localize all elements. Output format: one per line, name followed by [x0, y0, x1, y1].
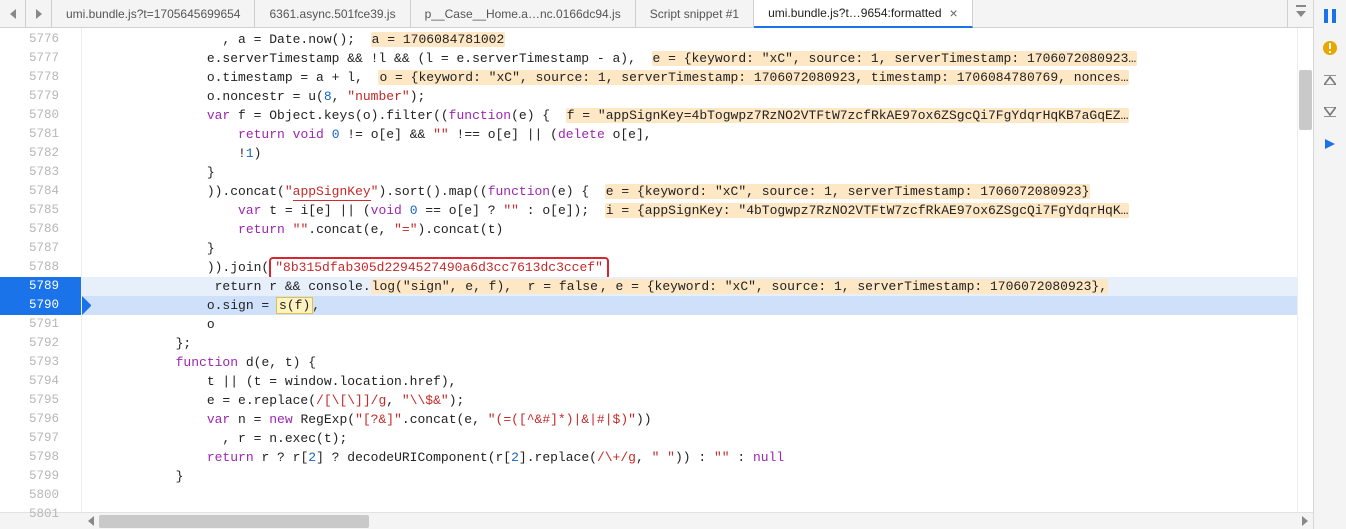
- tab-bar: umi.bundle.js?t=1705645699654 6361.async…: [0, 0, 1313, 28]
- tab-label: 6361.async.501fce39.js: [269, 7, 395, 21]
- minimap-scrollbar[interactable]: [1297, 28, 1313, 512]
- line-number[interactable]: 5790: [0, 296, 81, 315]
- line-number-gutter[interactable]: 5776577757785779578057815782578357845785…: [0, 28, 82, 512]
- chevron-left-icon: [10, 9, 16, 19]
- line-number[interactable]: 5795: [0, 391, 81, 410]
- tab-file-2[interactable]: p__Case__Home.a…nc.0166dc94.js: [411, 0, 636, 27]
- tab-nav-next[interactable]: [26, 0, 52, 27]
- line-number[interactable]: 5781: [0, 125, 81, 144]
- tab-file-3[interactable]: Script snippet #1: [636, 0, 754, 27]
- tab-file-1[interactable]: 6361.async.501fce39.js: [255, 0, 410, 27]
- line-number[interactable]: 5780: [0, 106, 81, 125]
- warning-icon[interactable]: [1320, 38, 1340, 58]
- line-number[interactable]: 5799: [0, 467, 81, 486]
- line-number[interactable]: 5786: [0, 220, 81, 239]
- debugger-rail: [1313, 0, 1346, 529]
- line-number[interactable]: 5788: [0, 258, 81, 277]
- scroll-right-button[interactable]: [1296, 513, 1313, 529]
- line-number[interactable]: 5784: [0, 182, 81, 201]
- scrollbar-thumb[interactable]: [1299, 70, 1312, 130]
- line-number[interactable]: 5797: [0, 429, 81, 448]
- pause-button[interactable]: [1320, 6, 1340, 26]
- line-number[interactable]: 5776: [0, 30, 81, 49]
- line-number[interactable]: 5789: [0, 277, 81, 296]
- line-number[interactable]: 5779: [0, 87, 81, 106]
- line-number[interactable]: 5793: [0, 353, 81, 372]
- line-number[interactable]: 5794: [0, 372, 81, 391]
- expand-top-button[interactable]: [1320, 70, 1340, 90]
- line-number[interactable]: 5787: [0, 239, 81, 258]
- tab-nav-prev[interactable]: [0, 0, 26, 27]
- line-number[interactable]: 5791: [0, 315, 81, 334]
- line-number[interactable]: 5785: [0, 201, 81, 220]
- line-number[interactable]: 5782: [0, 144, 81, 163]
- current-call: s(f): [277, 298, 312, 313]
- tab-file-4[interactable]: umi.bundle.js?t…9654:formatted ×: [754, 0, 973, 28]
- line-number[interactable]: 5777: [0, 49, 81, 68]
- scroll-left-button[interactable]: [82, 513, 99, 529]
- expand-bottom-button[interactable]: [1320, 102, 1340, 122]
- line-number[interactable]: 5792: [0, 334, 81, 353]
- chevron-left-icon: [88, 516, 94, 526]
- line-number[interactable]: 5800: [0, 486, 81, 505]
- step-right-button[interactable]: [1320, 134, 1340, 154]
- line-number[interactable]: 5778: [0, 68, 81, 87]
- tab-label: umi.bundle.js?t…9654:formatted: [768, 6, 941, 20]
- code-area[interactable]: , a = Date.now(); a = 1706084781002 e.se…: [82, 28, 1297, 512]
- chevron-right-icon: [36, 9, 42, 19]
- close-icon[interactable]: ×: [950, 5, 958, 21]
- line-number[interactable]: 5783: [0, 163, 81, 182]
- chevron-right-icon: [1302, 516, 1308, 526]
- tab-label: umi.bundle.js?t=1705645699654: [66, 7, 240, 21]
- tab-overflow-button[interactable]: [1287, 0, 1313, 27]
- line-number[interactable]: 5796: [0, 410, 81, 429]
- overflow-icon: [1296, 11, 1306, 17]
- tab-file-0[interactable]: umi.bundle.js?t=1705645699654: [52, 0, 255, 27]
- code-editor: 5776577757785779578057815782578357845785…: [0, 28, 1313, 512]
- line-number[interactable]: 5801: [0, 505, 81, 524]
- scrollbar-track[interactable]: [99, 513, 1296, 529]
- scrollbar-thumb[interactable]: [99, 515, 369, 528]
- tab-label: p__Case__Home.a…nc.0166dc94.js: [425, 7, 621, 21]
- tab-label: Script snippet #1: [650, 7, 739, 21]
- line-number[interactable]: 5798: [0, 448, 81, 467]
- horizontal-scrollbar[interactable]: [0, 512, 1313, 529]
